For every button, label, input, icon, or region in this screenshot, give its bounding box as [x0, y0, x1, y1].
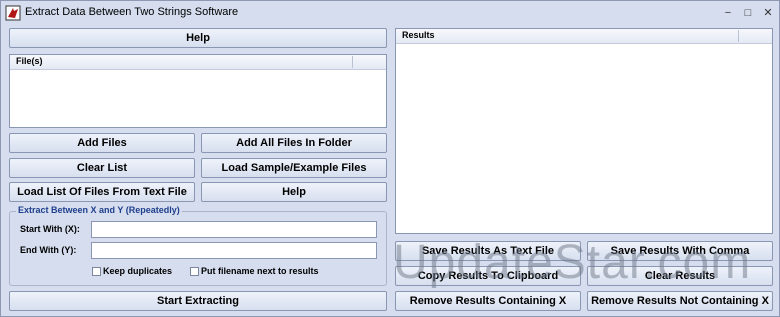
results-list-header: Results	[396, 29, 772, 44]
save-results-as-text-file-button[interactable]: Save Results As Text File	[395, 241, 581, 261]
extract-group-title: Extract Between X and Y (Repeatedly)	[16, 205, 182, 215]
close-icon[interactable]: ✕	[759, 4, 777, 22]
help-button[interactable]: Help	[201, 182, 387, 202]
app-window: Extract Data Between Two Strings Softwar…	[0, 0, 780, 317]
results-list[interactable]: Results	[395, 28, 773, 234]
results-column-header: Results	[402, 30, 435, 40]
minimize-icon[interactable]: −	[719, 4, 737, 22]
load-sample-files-button[interactable]: Load Sample/Example Files	[201, 158, 387, 178]
extract-groupbox: Extract Between X and Y (Repeatedly) Sta…	[9, 205, 387, 286]
files-list[interactable]: File(s)	[9, 54, 387, 128]
end-with-label: End With (Y):	[20, 245, 77, 255]
help-top-button[interactable]: Help	[9, 28, 387, 48]
add-all-files-in-folder-button[interactable]: Add All Files In Folder	[201, 133, 387, 153]
keep-duplicates-label: Keep duplicates	[103, 266, 173, 276]
window-title: Extract Data Between Two Strings Softwar…	[25, 6, 239, 18]
maximize-icon[interactable]: □	[739, 4, 757, 22]
end-with-input[interactable]	[91, 242, 377, 259]
app-logo-icon	[5, 5, 21, 21]
remove-results-containing-button[interactable]: Remove Results Containing X	[395, 291, 581, 311]
copy-results-to-clipboard-button[interactable]: Copy Results To Clipboard	[395, 266, 581, 286]
add-files-button[interactable]: Add Files	[9, 133, 195, 153]
save-results-with-comma-button[interactable]: Save Results With Comma	[587, 241, 773, 261]
put-filename-checkbox[interactable]	[190, 267, 199, 276]
title-bar: Extract Data Between Two Strings Softwar…	[1, 1, 779, 25]
clear-list-button[interactable]: Clear List	[9, 158, 195, 178]
start-with-label: Start With (X):	[20, 224, 80, 234]
start-extracting-button[interactable]: Start Extracting	[9, 291, 387, 311]
clear-results-button[interactable]: Clear Results	[587, 266, 773, 286]
remove-results-not-containing-button[interactable]: Remove Results Not Containing X	[587, 291, 773, 311]
column-separator	[352, 56, 353, 68]
start-with-input[interactable]	[91, 221, 377, 238]
keep-duplicates-checkbox[interactable]	[92, 267, 101, 276]
load-list-from-text-file-button[interactable]: Load List Of Files From Text File	[9, 182, 195, 202]
files-column-header: File(s)	[16, 56, 43, 66]
files-list-header: File(s)	[10, 55, 386, 70]
column-separator	[738, 30, 739, 42]
put-filename-label: Put filename next to results	[201, 266, 319, 276]
